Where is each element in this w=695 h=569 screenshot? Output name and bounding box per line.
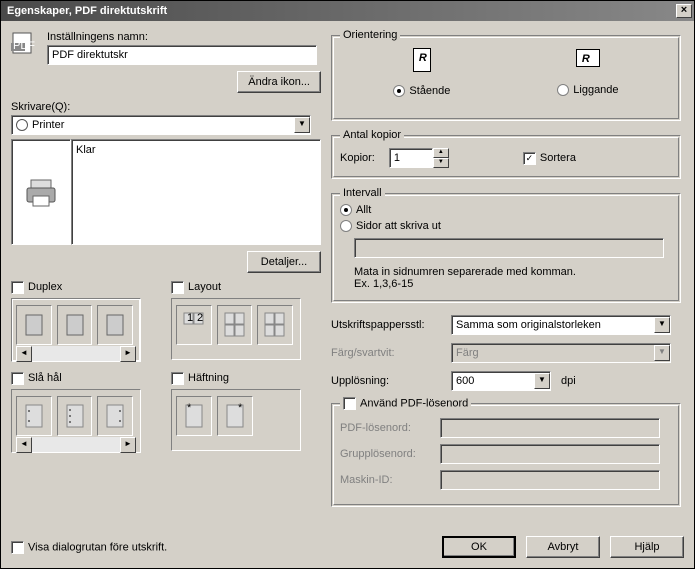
resolution-dropdown[interactable]: 600 ▼	[451, 371, 551, 391]
layout-checkbox[interactable]	[171, 281, 184, 294]
sort-checkbox[interactable]: ✓	[523, 152, 536, 165]
range-all-radio[interactable]	[340, 204, 352, 216]
svg-text:2: 2	[197, 312, 203, 324]
layout-option-3[interactable]	[257, 305, 293, 345]
range-group: Intervall Allt Sidor att skriva ut Mata …	[331, 193, 681, 303]
range-legend: Intervall	[340, 187, 385, 199]
duplex-checkbox-label[interactable]: Duplex	[11, 281, 62, 293]
printer-dropdown[interactable]: Printer ▼	[11, 115, 311, 135]
show-dialog-checkbox[interactable]	[11, 541, 24, 554]
pdf-password-group: Använd PDF-lösenord PDF-lösenord: Gruppl…	[331, 403, 681, 507]
svg-text:*: *	[187, 403, 192, 414]
range-pages-input	[354, 238, 664, 258]
paper-value: Samma som originalstorleken	[456, 319, 601, 331]
machine-id-input	[440, 470, 660, 490]
portrait-icon	[413, 48, 431, 72]
paper-dropdown[interactable]: Samma som originalstorleken ▼	[451, 315, 671, 335]
printer-selected: Printer	[32, 119, 64, 131]
printer-status-panel: Klar	[71, 139, 321, 245]
landscape-icon	[576, 49, 600, 67]
copies-group: Antal kopior Kopior: ▲▼ ✓Sortera	[331, 135, 681, 179]
cancel-button[interactable]: Avbryt	[526, 536, 600, 558]
settings-name-input[interactable]	[47, 45, 317, 65]
dropdown-arrow-icon[interactable]: ▼	[654, 317, 670, 333]
printer-icon-panel	[11, 139, 71, 245]
range-hint2: Ex. 1,3,6-15	[354, 278, 672, 290]
printer-status: Klar	[76, 144, 96, 156]
range-pages-radio[interactable]	[340, 220, 352, 232]
color-label: Färg/svartvit:	[331, 347, 441, 359]
landscape-radio-label[interactable]: Liggande	[557, 84, 618, 96]
range-all-label[interactable]: Allt	[340, 204, 371, 216]
staple-checkbox[interactable]	[171, 372, 184, 385]
machine-id-label: Maskin-ID:	[340, 474, 440, 486]
punch-scrollbar[interactable]: ◄►	[16, 436, 136, 452]
show-dialog-label[interactable]: Visa dialogrutan före utskrift.	[11, 541, 167, 554]
layout-option-1[interactable]: 12	[176, 305, 212, 345]
sort-checkbox-label[interactable]: ✓Sortera	[523, 152, 576, 164]
range-hint1: Mata in sidnumren separerade med komman.	[354, 266, 672, 278]
punch-checkbox-label[interactable]: Slå hål	[11, 372, 62, 384]
titlebar: Egenskaper, PDF direktutskrift ×	[1, 1, 694, 21]
help-button[interactable]: Hjälp	[610, 536, 684, 558]
punch-checkbox[interactable]	[11, 372, 24, 385]
duplex-option-1[interactable]	[16, 305, 52, 345]
duplex-option-3[interactable]	[97, 305, 133, 345]
orientation-group: Orientering Stående Liggande	[331, 35, 681, 121]
dpi-label: dpi	[561, 375, 576, 387]
copies-spinner[interactable]: ▲▼	[433, 148, 449, 168]
duplex-option-2[interactable]	[57, 305, 93, 345]
pdf-password-label: PDF-lösenord:	[340, 422, 440, 434]
color-dropdown: Färg ▼	[451, 343, 671, 363]
close-button[interactable]: ×	[676, 4, 692, 18]
layout-checkbox-label[interactable]: Layout	[171, 281, 221, 293]
group-password-input	[440, 444, 660, 464]
settings-name-label: Inställningens namn:	[47, 31, 321, 43]
punch-option-3[interactable]	[97, 396, 133, 436]
window-title: Egenskaper, PDF direktutskrift	[7, 5, 167, 17]
copies-label: Kopior:	[340, 152, 375, 164]
copies-legend: Antal kopior	[340, 129, 404, 141]
dropdown-arrow-icon: ▼	[654, 345, 670, 361]
paper-label: Utskriftspappersstl:	[331, 319, 441, 331]
printer-small-icon	[16, 119, 28, 131]
svg-text:PDF: PDF	[13, 40, 35, 52]
resolution-label: Upplösning:	[331, 375, 441, 387]
staple-option-1[interactable]: *	[176, 396, 212, 436]
range-pages-label[interactable]: Sidor att skriva ut	[340, 220, 441, 232]
resolution-value: 600	[456, 375, 474, 387]
dropdown-arrow-icon[interactable]: ▼	[294, 117, 310, 133]
printer-label: Skrivare(Q):	[11, 101, 321, 113]
use-pdf-password-checkbox[interactable]	[343, 397, 356, 410]
duplex-scrollbar[interactable]: ◄►	[16, 345, 136, 361]
duplex-checkbox[interactable]	[11, 281, 24, 294]
staple-checkbox-label[interactable]: Häftning	[171, 372, 229, 384]
ok-button[interactable]: OK	[442, 536, 516, 558]
landscape-radio[interactable]	[557, 84, 569, 96]
svg-text:1: 1	[187, 312, 193, 324]
orientation-legend: Orientering	[340, 29, 400, 41]
portrait-radio[interactable]	[393, 85, 405, 97]
portrait-radio-label[interactable]: Stående	[393, 85, 450, 97]
pdf-password-input	[440, 418, 660, 438]
details-button[interactable]: Detaljer...	[247, 251, 321, 273]
use-pdf-password-label[interactable]: Använd PDF-lösenord	[340, 397, 471, 410]
staple-option-2[interactable]: *	[217, 396, 253, 436]
punch-option-1[interactable]	[16, 396, 52, 436]
color-value: Färg	[456, 347, 479, 359]
dropdown-arrow-icon[interactable]: ▼	[534, 373, 550, 389]
change-icon-button[interactable]: Ändra ikon...	[237, 71, 321, 93]
svg-text:*: *	[238, 403, 243, 414]
layout-option-2[interactable]	[217, 305, 253, 345]
punch-option-2[interactable]	[57, 396, 93, 436]
pdf-icon: PDF	[11, 31, 39, 55]
copies-input[interactable]	[389, 148, 433, 168]
printer-icon	[23, 174, 59, 210]
group-password-label: Grupplösenord:	[340, 448, 440, 460]
